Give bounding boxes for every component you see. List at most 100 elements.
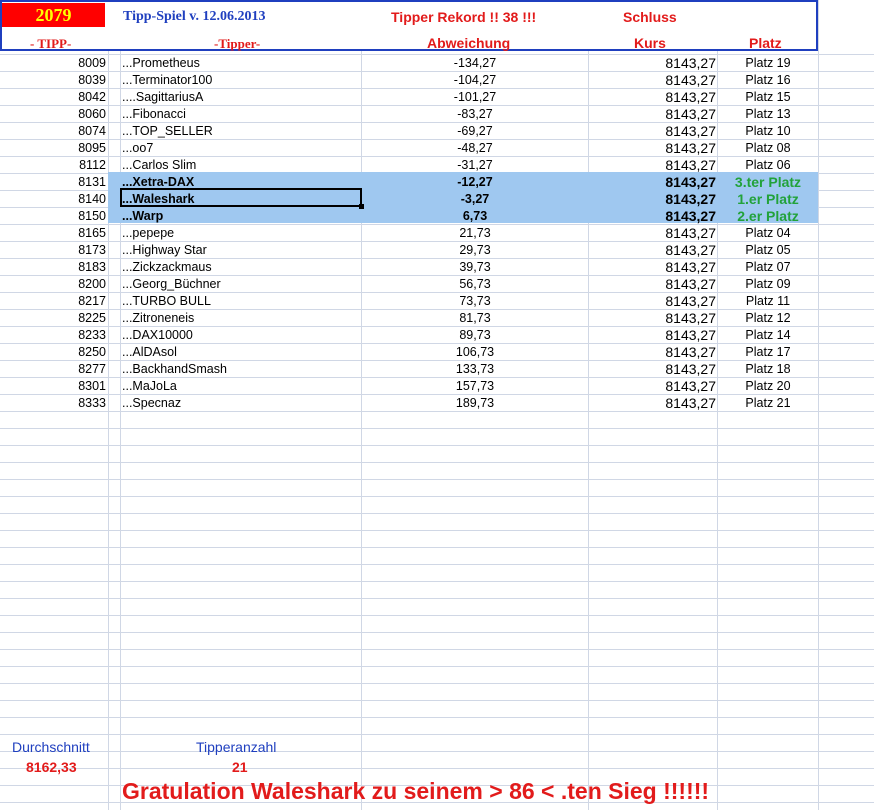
- cell-kurs[interactable]: 8143,27: [589, 395, 716, 412]
- cell-tipp[interactable]: 8200: [0, 276, 106, 293]
- cell-tipper[interactable]: ...Highway Star: [122, 242, 360, 259]
- cell-tipp[interactable]: 8217: [0, 293, 106, 310]
- congratulation-banner[interactable]: Gratulation Waleshark zu seinem > 86 < .…: [122, 778, 709, 805]
- cell-abweichung[interactable]: -31,27: [362, 157, 588, 174]
- cell-tipp[interactable]: 8039: [0, 72, 106, 89]
- cell-tipp[interactable]: 8131: [0, 174, 106, 191]
- sheet-title[interactable]: Tipp-Spiel v. 12.06.2013: [123, 9, 266, 25]
- cell-kurs[interactable]: 8143,27: [589, 293, 716, 310]
- cell-platz[interactable]: Platz 04: [718, 225, 818, 242]
- cell-abweichung[interactable]: -83,27: [362, 106, 588, 123]
- cell-tipp[interactable]: 8301: [0, 378, 106, 395]
- cell-abweichung[interactable]: -48,27: [362, 140, 588, 157]
- cell-abweichung[interactable]: 157,73: [362, 378, 588, 395]
- cell-tipper[interactable]: ...Carlos Slim: [122, 157, 360, 174]
- cell-kurs[interactable]: 8143,27: [589, 225, 716, 242]
- cell-tipper[interactable]: ...Prometheus: [122, 55, 360, 72]
- cell-platz[interactable]: Platz 06: [718, 157, 818, 174]
- cell-platz[interactable]: Platz 19: [718, 55, 818, 72]
- cell-kurs[interactable]: 8143,27: [589, 327, 716, 344]
- cell-tipp[interactable]: 8140: [0, 191, 106, 208]
- cell-tipp[interactable]: 8173: [0, 242, 106, 259]
- cell-tipp[interactable]: 8074: [0, 123, 106, 140]
- cell-tipper[interactable]: ....SagittariusA: [122, 89, 360, 106]
- cell-abweichung[interactable]: 89,73: [362, 327, 588, 344]
- cell-abweichung[interactable]: 189,73: [362, 395, 588, 412]
- cell-kurs[interactable]: 8143,27: [589, 140, 716, 157]
- cell-abweichung[interactable]: -3,27: [362, 191, 588, 208]
- average-label[interactable]: Durchschnitt: [12, 739, 90, 756]
- cell-abweichung[interactable]: 21,73: [362, 225, 588, 242]
- cell-platz[interactable]: Platz 18: [718, 361, 818, 378]
- cell-kurs[interactable]: 8143,27: [589, 276, 716, 293]
- cell-tipper[interactable]: ...Fibonacci: [122, 106, 360, 123]
- col-header-kurs[interactable]: Kurs: [634, 35, 666, 51]
- cell-tipp[interactable]: 8333: [0, 395, 106, 412]
- cell-platz[interactable]: Platz 13: [718, 106, 818, 123]
- cell-platz[interactable]: Platz 17: [718, 344, 818, 361]
- cell-tipp[interactable]: 8095: [0, 140, 106, 157]
- cell-platz[interactable]: Platz 14: [718, 327, 818, 344]
- cell-tipper[interactable]: ...TURBO BULL: [122, 293, 360, 310]
- cell-platz[interactable]: Platz 20: [718, 378, 818, 395]
- cell-abweichung[interactable]: -101,27: [362, 89, 588, 106]
- selected-cell[interactable]: [120, 188, 362, 207]
- cell-tipper[interactable]: ...MaJoLa: [122, 378, 360, 395]
- cell-platz[interactable]: Platz 16: [718, 72, 818, 89]
- cell-abweichung[interactable]: 56,73: [362, 276, 588, 293]
- col-header-tipper[interactable]: -Tipper-: [214, 36, 260, 52]
- cell-abweichung[interactable]: 133,73: [362, 361, 588, 378]
- cell-kurs[interactable]: 8143,27: [589, 378, 716, 395]
- cell-platz[interactable]: Platz 09: [718, 276, 818, 293]
- average-value[interactable]: 8162,33: [26, 759, 77, 776]
- tipper-count-value[interactable]: 21: [232, 759, 248, 776]
- cell-kurs[interactable]: 8143,27: [589, 242, 716, 259]
- record-label[interactable]: Tipper Rekord !! 38 !!!: [391, 9, 536, 25]
- cell-kurs[interactable]: 8143,27: [589, 259, 716, 276]
- cell-tipp[interactable]: 8225: [0, 310, 106, 327]
- cell-kurs[interactable]: 8143,27: [589, 310, 716, 327]
- cell-platz[interactable]: 2.er Platz: [718, 208, 818, 225]
- year-badge[interactable]: 2079: [2, 3, 105, 27]
- cell-abweichung[interactable]: -134,27: [362, 55, 588, 72]
- cell-tipper[interactable]: ...DAX10000: [122, 327, 360, 344]
- cell-kurs[interactable]: 8143,27: [589, 191, 716, 208]
- cell-abweichung[interactable]: -69,27: [362, 123, 588, 140]
- cell-platz[interactable]: Platz 15: [718, 89, 818, 106]
- cell-kurs[interactable]: 8143,27: [589, 106, 716, 123]
- cell-kurs[interactable]: 8143,27: [589, 208, 716, 225]
- cell-tipp[interactable]: 8277: [0, 361, 106, 378]
- cell-tipper[interactable]: ...pepepe: [122, 225, 360, 242]
- cell-kurs[interactable]: 8143,27: [589, 123, 716, 140]
- cell-tipp[interactable]: 8112: [0, 157, 106, 174]
- col-header-platz[interactable]: Platz: [749, 35, 782, 51]
- cell-kurs[interactable]: 8143,27: [589, 55, 716, 72]
- cell-platz[interactable]: 1.er Platz: [718, 191, 818, 208]
- cell-tipp[interactable]: 8183: [0, 259, 106, 276]
- cell-platz[interactable]: Platz 10: [718, 123, 818, 140]
- col-header-abweichung[interactable]: Abweichung: [427, 35, 510, 51]
- cell-tipper[interactable]: ...Specnaz: [122, 395, 360, 412]
- cell-kurs[interactable]: 8143,27: [589, 72, 716, 89]
- cell-tipper[interactable]: ...Georg_Büchner: [122, 276, 360, 293]
- cell-platz[interactable]: Platz 07: [718, 259, 818, 276]
- cell-tipper[interactable]: ...Warp: [122, 208, 360, 225]
- cell-tipper[interactable]: ...Zitroneneis: [122, 310, 360, 327]
- cell-tipper[interactable]: ...oo7: [122, 140, 360, 157]
- cell-platz[interactable]: Platz 08: [718, 140, 818, 157]
- cell-platz[interactable]: Platz 12: [718, 310, 818, 327]
- cell-tipp[interactable]: 8042: [0, 89, 106, 106]
- col-header-tipp[interactable]: - TIPP-: [30, 36, 71, 52]
- cell-tipp[interactable]: 8165: [0, 225, 106, 242]
- tipper-count-label[interactable]: Tipperanzahl: [196, 739, 276, 756]
- cell-abweichung[interactable]: 29,73: [362, 242, 588, 259]
- cell-abweichung[interactable]: 73,73: [362, 293, 588, 310]
- cell-abweichung[interactable]: -104,27: [362, 72, 588, 89]
- cell-platz[interactable]: Platz 21: [718, 395, 818, 412]
- cell-tipp[interactable]: 8009: [0, 55, 106, 72]
- cell-tipper[interactable]: ...TOP_SELLER: [122, 123, 360, 140]
- cell-kurs[interactable]: 8143,27: [589, 157, 716, 174]
- cell-kurs[interactable]: 8143,27: [589, 344, 716, 361]
- cell-kurs[interactable]: 8143,27: [589, 89, 716, 106]
- cell-abweichung[interactable]: 39,73: [362, 259, 588, 276]
